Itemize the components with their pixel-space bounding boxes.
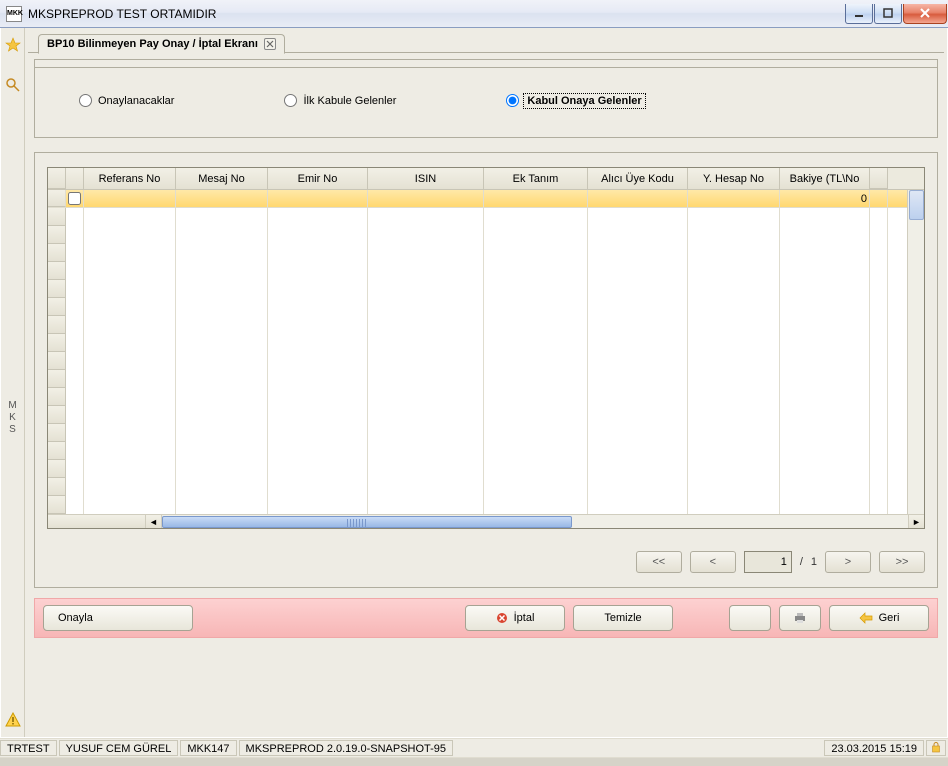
- pager-prev[interactable]: <: [690, 551, 736, 573]
- cell-referans-no[interactable]: [84, 190, 176, 207]
- printer-icon: [793, 611, 807, 625]
- tab-bp10[interactable]: BP10 Bilinmeyen Pay Onay / İptal Ekranı: [38, 34, 285, 54]
- tool-button-1[interactable]: [729, 605, 771, 631]
- print-button[interactable]: [779, 605, 821, 631]
- horizontal-scrollbar[interactable]: ◄ ►: [48, 514, 924, 528]
- grid-empty-row: [48, 262, 924, 280]
- filter-panel: Onaylanacaklar İlk Kabule Gelenler Kabul…: [34, 59, 938, 138]
- mks-vertical-label: M K S: [8, 400, 16, 436]
- radio-first-accept[interactable]: [284, 94, 297, 107]
- cancel-icon: [496, 612, 508, 624]
- action-bar: Onayla İptal Temizle Geri: [34, 598, 938, 638]
- vertical-scroll-thumb[interactable]: [909, 190, 924, 220]
- back-arrow-icon: [859, 612, 873, 624]
- cell-y-hesap[interactable]: [688, 190, 780, 207]
- grid-empty-row: [48, 244, 924, 262]
- grid-empty-row: [48, 280, 924, 298]
- window-titlebar: MKK MKSPREPROD TEST ORTAMIDIR: [0, 0, 948, 28]
- grid-empty-row: [48, 442, 924, 460]
- tab-title: BP10 Bilinmeyen Pay Onay / İptal Ekranı: [47, 38, 258, 50]
- app-icon: MKK: [6, 6, 22, 22]
- cancel-button[interactable]: İptal: [465, 605, 565, 631]
- grid-empty-row: [48, 352, 924, 370]
- results-grid[interactable]: Referans No Mesaj No Emir No ISIN Ek Tan…: [47, 167, 925, 529]
- cell-isin[interactable]: [368, 190, 484, 207]
- grid-empty-row: [48, 478, 924, 496]
- cell-emir-no[interactable]: [268, 190, 368, 207]
- grid-empty-row: [48, 208, 924, 226]
- col-mesaj-no[interactable]: Mesaj No: [176, 168, 268, 189]
- grid-empty-row: [48, 226, 924, 244]
- approve-button[interactable]: Onayla: [43, 605, 193, 631]
- filter-option-pending[interactable]: Onaylanacaklar: [79, 94, 174, 107]
- filter-option-first-accept[interactable]: İlk Kabule Gelenler: [284, 94, 396, 107]
- maximize-button[interactable]: [874, 4, 902, 24]
- col-emir-no[interactable]: Emir No: [268, 168, 368, 189]
- grid-empty-row: [48, 388, 924, 406]
- grid-corner: [48, 168, 66, 189]
- search-tool[interactable]: [2, 72, 24, 98]
- lock-icon: [930, 741, 942, 753]
- grid-empty-row: [48, 316, 924, 334]
- col-ek-tanim[interactable]: Ek Tanım: [484, 168, 588, 189]
- row-checkbox[interactable]: [66, 190, 84, 207]
- grid-empty-row: [48, 298, 924, 316]
- grid-scroll-corner: [870, 168, 888, 189]
- status-user: YUSUF CEM GÜREL: [59, 740, 179, 756]
- grid-check-header[interactable]: [66, 168, 84, 189]
- pager-last[interactable]: >>: [879, 551, 925, 573]
- grid-empty-row: [48, 460, 924, 478]
- grid-header-row: Referans No Mesaj No Emir No ISIN Ek Tan…: [48, 168, 924, 190]
- filter-option-accept-approval[interactable]: Kabul Onaya Gelenler: [506, 94, 643, 107]
- col-referans-no[interactable]: Referans No: [84, 168, 176, 189]
- pager-sep: /: [800, 556, 803, 568]
- col-isin[interactable]: ISIN: [368, 168, 484, 189]
- close-button[interactable]: [903, 4, 947, 24]
- grid-row-selected[interactable]: 0: [48, 190, 924, 208]
- col-alici-uye[interactable]: Alıcı Üye Kodu: [588, 168, 688, 189]
- hscroll-left-arrow[interactable]: ◄: [146, 515, 162, 528]
- pager-page-input[interactable]: [744, 551, 792, 573]
- clear-button[interactable]: Temizle: [573, 605, 673, 631]
- status-code: MKK147: [180, 740, 236, 756]
- cell-alici-uye[interactable]: [588, 190, 688, 207]
- grid-empty-row: [48, 334, 924, 352]
- vertical-scrollbar[interactable]: [907, 190, 924, 514]
- status-env: TRTEST: [0, 740, 57, 756]
- row-header-stub[interactable]: [48, 190, 66, 207]
- grid-empty-row: [48, 424, 924, 442]
- minimize-button[interactable]: [845, 4, 873, 24]
- window-title: MKSPREPROD TEST ORTAMIDIR: [28, 7, 216, 21]
- hscroll-thumb[interactable]: [162, 516, 572, 528]
- radio-accept-approval[interactable]: [506, 94, 519, 107]
- left-toolbar: M K S: [1, 28, 25, 737]
- status-datetime: 23.03.2015 15:19: [824, 740, 924, 756]
- pager-next[interactable]: >: [825, 551, 871, 573]
- grid-body[interactable]: 0: [48, 190, 924, 514]
- grid-empty-row: [48, 370, 924, 388]
- col-y-hesap[interactable]: Y. Hesap No: [688, 168, 780, 189]
- pager: << < / 1 > >>: [47, 551, 925, 573]
- status-version: MKSPREPROD 2.0.19.0-SNAPSHOT-95: [239, 740, 454, 756]
- pager-first[interactable]: <<: [636, 551, 682, 573]
- pager-total: 1: [811, 556, 817, 568]
- grid-frame: Referans No Mesaj No Emir No ISIN Ek Tan…: [34, 152, 938, 588]
- cell-mesaj-no[interactable]: [176, 190, 268, 207]
- radio-pending[interactable]: [79, 94, 92, 107]
- cell-ek-tanim[interactable]: [484, 190, 588, 207]
- cell-bakiye[interactable]: 0: [780, 190, 870, 207]
- col-bakiye[interactable]: Bakiye (TL\No: [780, 168, 870, 189]
- favorite-tool[interactable]: [2, 32, 24, 58]
- grid-empty-row: [48, 496, 924, 514]
- alert-tool[interactable]: [2, 707, 24, 733]
- status-bar: TRTEST YUSUF CEM GÜREL MKK147 MKSPREPROD…: [0, 738, 948, 758]
- status-lock: [926, 740, 946, 756]
- tab-close-icon[interactable]: [264, 38, 276, 50]
- grid-empty-row: [48, 406, 924, 424]
- hscroll-right-arrow[interactable]: ►: [908, 515, 924, 528]
- back-button[interactable]: Geri: [829, 605, 929, 631]
